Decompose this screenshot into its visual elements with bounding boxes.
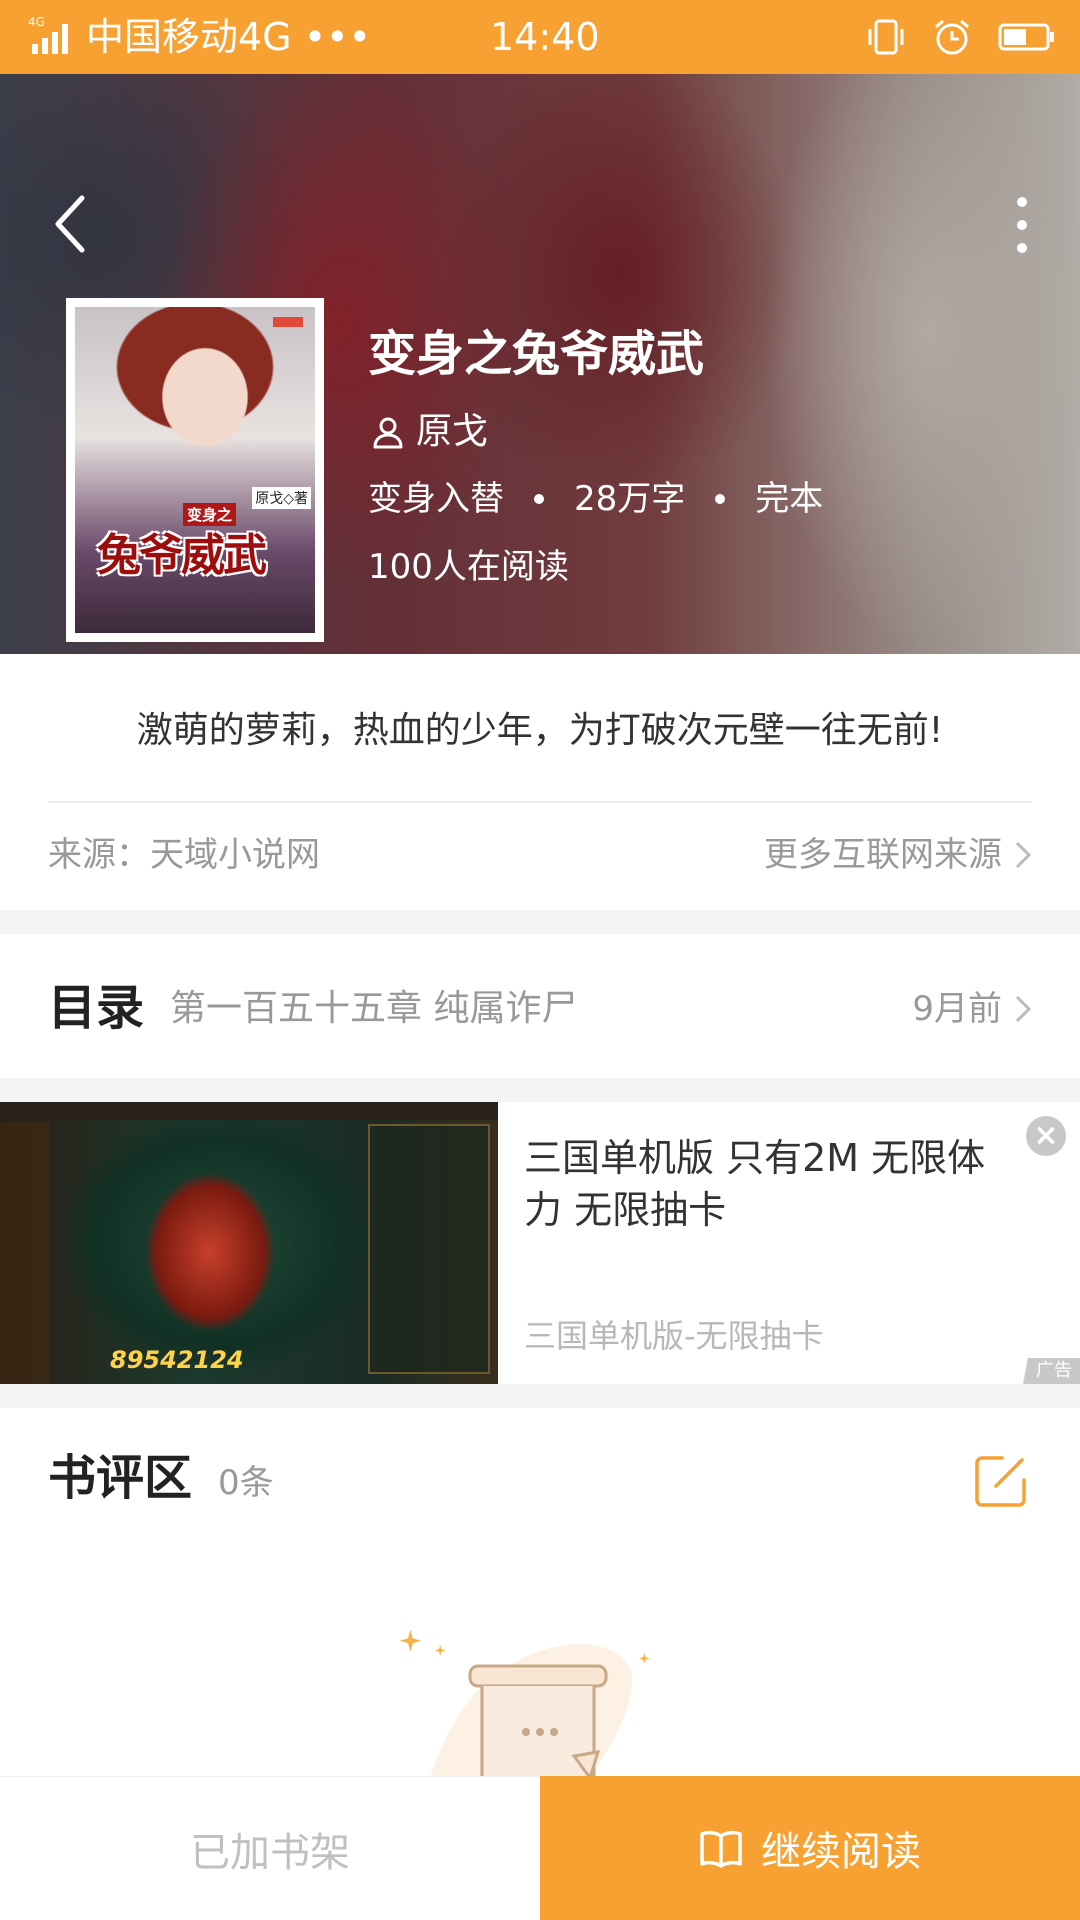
reviews-title: 书评区 <box>48 1450 193 1506</box>
more-button[interactable] <box>1004 190 1040 260</box>
chevron-left-icon <box>55 195 85 253</box>
separator-dot <box>534 494 544 504</box>
status-bar: 4G 中国移动4G ••• 14:40 <box>0 0 1080 74</box>
edit-icon <box>975 1456 1026 1507</box>
cover-title: 兔爷威武 <box>97 530 267 581</box>
intro-section: 激萌的萝莉，热血的少年，为打破次元壁一往无前! 来源：天域小说网 更多互联网来源 <box>0 654 1080 910</box>
reviews-count: 0条 <box>218 1463 274 1503</box>
more-sources-link[interactable]: 更多互联网来源 <box>764 832 1032 878</box>
ad-title[interactable]: 三国单机版 只有2M 无限体力 无限抽卡 <box>524 1132 1004 1236</box>
chevron-right-icon <box>1015 995 1032 1023</box>
section-gap <box>0 1384 1080 1408</box>
alarm-icon <box>935 19 969 55</box>
continue-reading-label: 继续阅读 <box>761 1829 921 1875</box>
book-readers: 100人在阅读 <box>368 547 569 587</box>
carrier-label: 中国移动4G ••• <box>86 15 371 59</box>
book-header: 原戈◇著 变身之 兔爷威武 变身之兔爷威武 原戈 变身入替 28万字 完本 10… <box>0 74 1080 654</box>
catalog-title: 目录 <box>48 980 145 1036</box>
back-button[interactable] <box>44 184 100 264</box>
ad-tag: 广告 <box>1016 1358 1080 1384</box>
divider <box>48 801 1032 803</box>
person-icon <box>373 417 403 449</box>
section-gap <box>0 1078 1080 1102</box>
book-word-count: 28万字 <box>574 479 686 519</box>
publisher-logo <box>273 317 303 327</box>
book-author[interactable]: 原戈 <box>370 408 488 456</box>
vibrate-icon <box>868 19 904 55</box>
ad-image-stats <box>368 1124 490 1374</box>
empty-reviews-illustration <box>399 1630 650 1778</box>
added-to-shelf-button[interactable]: 已加书架 <box>0 1776 540 1920</box>
chevron-right-icon <box>1015 841 1032 869</box>
separator-dot <box>715 494 726 504</box>
network-type-label: 4G <box>28 15 45 29</box>
source-label: 来源：天域小说网 <box>48 835 320 875</box>
close-icon: × <box>1033 1118 1059 1153</box>
book-cover[interactable]: 原戈◇著 变身之 兔爷威武 <box>66 298 324 642</box>
ad-subtitle: 三国单机版-无限抽卡 <box>524 1317 824 1355</box>
latest-chapter: 第一百五十五章 纯属诈尸 <box>170 988 578 1029</box>
catalog-row[interactable]: 目录 第一百五十五章 纯属诈尸 9月前 <box>0 934 1080 1078</box>
catalog-updated: 9月前 <box>912 986 1032 1032</box>
continue-reading-button[interactable]: 继续阅读 <box>540 1776 1080 1920</box>
book-status: 完本 <box>755 479 824 519</box>
cover-author-tag: 原戈◇著 <box>252 487 311 509</box>
ad-image-heroes <box>0 1122 50 1384</box>
section-gap <box>0 910 1080 934</box>
updated-time: 9月前 <box>912 989 1002 1029</box>
reviews-section: 书评区 0条 <box>0 1408 1080 1778</box>
ad-banner[interactable]: 89542124 三国单机版 只有2M 无限体力 无限抽卡 三国单机版-无限抽卡… <box>0 1102 1080 1384</box>
ad-image-topbar <box>0 1102 498 1120</box>
clock: 14:40 <box>490 15 600 59</box>
status-icons <box>866 14 1056 60</box>
more-vertical-icon <box>1017 197 1027 253</box>
ad-image-score: 89542124 <box>110 1346 244 1374</box>
book-cover-art: 原戈◇著 变身之 兔爷威武 <box>75 307 315 633</box>
write-review-button[interactable] <box>972 1452 1030 1510</box>
battery-icon <box>998 23 1054 51</box>
book-category: 变身入替 <box>368 479 504 519</box>
signal-icon: 4G <box>28 15 68 54</box>
bottom-action-bar: 已加书架 继续阅读 <box>0 1776 1080 1920</box>
ad-close-button[interactable]: × <box>1026 1116 1066 1156</box>
ad-image[interactable]: 89542124 <box>0 1102 498 1384</box>
book-meta: 变身入替 28万字 完本 <box>368 476 823 522</box>
author-name: 原戈 <box>416 411 489 452</box>
book-open-icon <box>700 1830 742 1868</box>
more-sources-label: 更多互联网来源 <box>764 835 1002 875</box>
book-title: 变身之兔爷威武 <box>368 326 705 382</box>
book-intro[interactable]: 激萌的萝莉，热血的少年，为打破次元壁一往无前! <box>0 706 1080 756</box>
